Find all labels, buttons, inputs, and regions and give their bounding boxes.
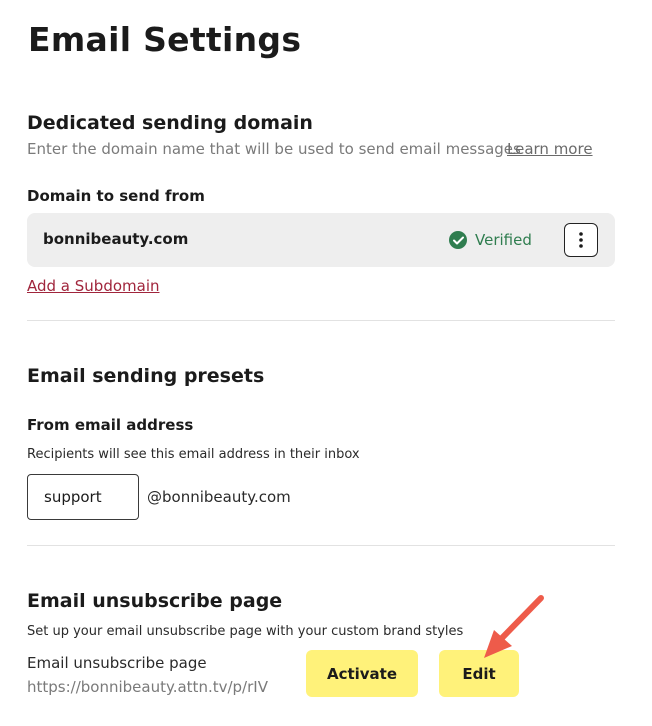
annotation-arrow-icon bbox=[484, 595, 544, 658]
